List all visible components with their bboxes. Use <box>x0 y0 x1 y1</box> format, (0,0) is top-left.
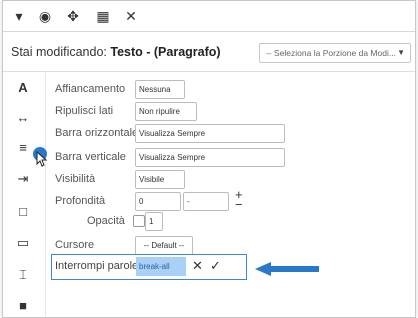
opacita-input[interactable]: 1 <box>145 212 163 231</box>
chevron-down-icon: ▼ <box>397 48 405 57</box>
profondita-input[interactable]: 0 <box>135 192 181 211</box>
decrement-button[interactable]: − <box>235 197 243 212</box>
style-editor-dialog: ▾ ◉ ✥ ▦ ✕ Stai modificando: Testo - (Par… <box>2 0 416 318</box>
label-visibilita: Visibilità <box>55 173 96 185</box>
row-interrompi-parole: Interrompi parole break-all ✕ ✓ <box>51 254 247 280</box>
square-fill-icon[interactable]: ■ <box>13 295 33 315</box>
opacita-checkbox[interactable] <box>133 215 145 227</box>
cursore-select[interactable]: -- Default -- <box>135 236 193 255</box>
properties-form: Affiancamento Nessuna Ripulisci lati Non… <box>47 73 415 317</box>
ripulisci-field[interactable]: Non ripulire <box>135 102 197 121</box>
title-prefix: Stai modificando: <box>11 45 111 59</box>
profondita-select[interactable]: - <box>183 192 229 211</box>
affiancamento-field[interactable]: Nessuna <box>135 80 185 99</box>
label-opacita: Opacità <box>87 215 125 227</box>
move-icon[interactable]: ✥ <box>63 7 83 25</box>
eye-icon[interactable]: ◉ <box>35 7 55 25</box>
close-icon[interactable]: ✕ <box>121 7 141 25</box>
label-ripulisci: Ripulisci lati <box>55 105 114 117</box>
label-affiancamento: Affiancamento <box>55 83 126 95</box>
label-cursore: Cursore <box>55 239 95 251</box>
barra-orizzontale-field[interactable]: Visualizza Sempre <box>135 124 285 143</box>
chevron-down-icon[interactable]: ▾ <box>9 7 29 25</box>
grid-icon[interactable]: ▦ <box>93 7 113 25</box>
left-sidebar: A ↔ ≡ ⇥ □ ▭ ⌶ ■ <box>3 73 46 317</box>
confirm-button[interactable]: ✓ <box>210 258 221 274</box>
text-wrap-icon[interactable]: ⌶ <box>13 265 33 285</box>
barra-verticale-field[interactable]: Visualizza Sempre <box>135 148 285 167</box>
paragraph-align-icon[interactable]: ≡ <box>13 137 33 157</box>
width-arrows-icon[interactable]: ↔ <box>13 107 33 127</box>
indent-icon[interactable]: ⇥ <box>13 169 33 189</box>
cancel-button[interactable]: ✕ <box>192 258 203 274</box>
interrompi-parole-input[interactable]: break-all <box>136 257 186 276</box>
label-profondita: Profondità <box>55 195 106 207</box>
font-a-icon[interactable]: A <box>13 77 33 97</box>
page-title: Stai modificando: Testo - (Paragrafo) <box>11 45 221 59</box>
label-interrompi-parole: Interrompi parole <box>55 260 139 272</box>
annotation-arrow-icon <box>255 262 319 276</box>
box-icon[interactable]: □ <box>13 201 33 221</box>
title-subject: Testo - (Paragrafo) <box>110 45 221 59</box>
visibilita-field[interactable]: Visibile <box>135 170 185 189</box>
label-barra-orizzontale: Barra orizzontale <box>55 127 139 139</box>
portion-select-value: -- Seleziona la Porzione da Modi... <box>266 48 396 58</box>
dialog-toolbar: ▾ ◉ ✥ ▦ ✕ <box>3 1 415 32</box>
label-barra-verticale: Barra verticale <box>55 151 126 163</box>
image-frame-icon[interactable]: ▭ <box>13 233 33 253</box>
portion-select[interactable]: -- Seleziona la Porzione da Modi... ▼ <box>259 43 411 63</box>
